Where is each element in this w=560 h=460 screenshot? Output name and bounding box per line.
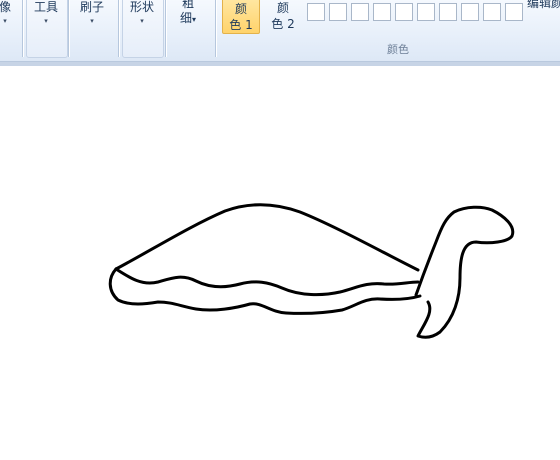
palette-swatch[interactable] bbox=[395, 3, 413, 21]
palette-swatch[interactable] bbox=[417, 3, 435, 21]
chevron-down-icon: ▾ bbox=[3, 17, 7, 25]
edit-colors-label: 编辑颜 bbox=[527, 0, 560, 10]
palette-swatch[interactable] bbox=[329, 3, 347, 21]
size-button[interactable]: 粗 细▾ bbox=[170, 0, 206, 27]
chevron-down-icon: ▾ bbox=[192, 15, 197, 24]
brushes-label: 刷子 bbox=[79, 0, 104, 14]
shapes-button[interactable]: 形状 ▾ bbox=[122, 0, 162, 26]
image-button[interactable]: 像 ▾ bbox=[0, 0, 12, 26]
palette-swatch[interactable] bbox=[351, 3, 369, 21]
color2-label-line2: 色 2 bbox=[271, 17, 295, 31]
color2-label-line1: 颜 bbox=[276, 1, 289, 15]
palette-swatch[interactable] bbox=[307, 3, 325, 21]
ribbon-toolbar: 像 ▾ 工具 ▾ 刷子 ▾ 形状 ▾ 粗 细▾ 颜 色 1 颜 色 2 颜色 编… bbox=[0, 0, 560, 62]
edit-colors-button[interactable]: 编辑颜 bbox=[527, 0, 560, 11]
body-stroke bbox=[108, 267, 422, 315]
palette-swatch[interactable] bbox=[483, 3, 501, 21]
drawing-canvas[interactable] bbox=[0, 66, 560, 460]
chevron-down-icon: ▾ bbox=[44, 17, 48, 25]
chevron-down-icon: ▾ bbox=[90, 17, 94, 25]
shell-bottom-stroke bbox=[114, 267, 420, 297]
tools-label: 工具 bbox=[33, 0, 58, 14]
palette-swatch[interactable] bbox=[461, 3, 479, 21]
ribbon-separator bbox=[215, 0, 216, 57]
image-label: 像 bbox=[0, 0, 11, 14]
size-label-line1: 粗 bbox=[181, 0, 194, 10]
shapes-label: 形状 bbox=[129, 0, 154, 14]
color1-label-line2: 色 1 bbox=[229, 18, 253, 32]
size-label-line2: 细 bbox=[179, 11, 192, 25]
brushes-button[interactable]: 刷子 ▾ bbox=[74, 0, 110, 26]
ribbon-separator bbox=[22, 0, 23, 57]
ribbon-separator bbox=[68, 0, 69, 57]
ribbon-separator bbox=[165, 0, 166, 57]
tools-button[interactable]: 工具 ▾ bbox=[26, 0, 66, 26]
neck-head-stroke bbox=[414, 205, 515, 339]
color1-button[interactable]: 颜 色 1 bbox=[222, 0, 260, 34]
colors-group-label: 颜色 bbox=[387, 43, 409, 56]
palette-swatch[interactable] bbox=[439, 3, 457, 21]
color1-label-line1: 颜 bbox=[234, 2, 247, 16]
ribbon-separator bbox=[118, 0, 119, 57]
turtle-drawing bbox=[108, 203, 515, 339]
chevron-down-icon: ▾ bbox=[140, 17, 144, 25]
color2-button[interactable]: 颜 色 2 bbox=[264, 0, 302, 34]
palette-swatch[interactable] bbox=[373, 3, 391, 21]
palette-swatch[interactable] bbox=[505, 3, 523, 21]
shell-dome-stroke bbox=[114, 203, 420, 272]
